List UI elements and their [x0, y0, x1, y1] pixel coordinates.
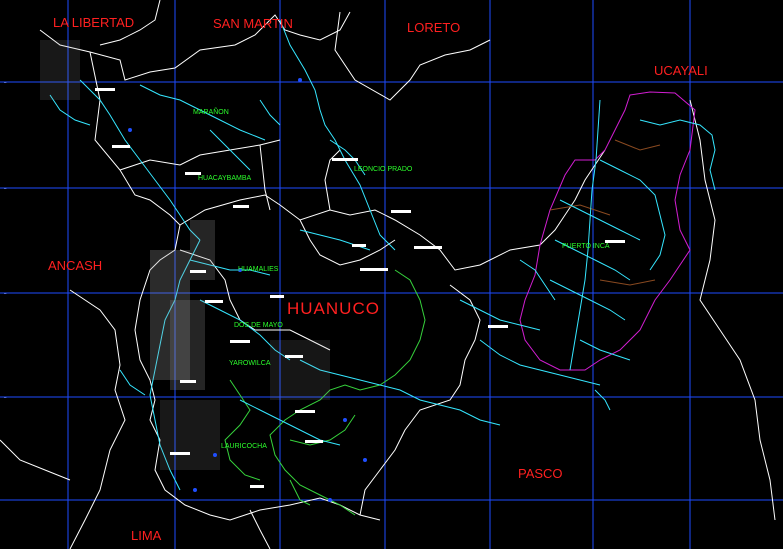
- region-label-la-libertad: LA LIBERTAD: [53, 15, 135, 30]
- coordinate-label: —: [4, 395, 7, 400]
- province-label-huamalies: HUAMALIES: [238, 266, 279, 273]
- region-label-pasco: PASCO: [518, 466, 563, 481]
- map-title: HUANUCO: [287, 299, 380, 318]
- region-label-ucayali: UCAYALI: [654, 63, 708, 78]
- coordinate-label: —: [4, 186, 7, 191]
- province-label-puerto-inca: PUERTO INCA: [562, 243, 610, 250]
- region-label-loreto: LORETO: [407, 20, 461, 35]
- region-label-san-martin: SAN MARTIN: [213, 16, 293, 31]
- coordinate-label: —: [4, 80, 7, 85]
- region-label-lima: LIMA: [131, 528, 162, 543]
- province-label-huacaybamba: HUACAYBAMBA: [198, 175, 252, 182]
- province-label-dos-de-mayo: DOS DE MAYO: [234, 322, 283, 329]
- province-label-maranon: MARAÑON: [193, 109, 229, 116]
- map-canvas: [0, 0, 783, 549]
- coordinate-label: —: [4, 291, 7, 296]
- province-label-lauricocha: LAURICOCHA: [221, 443, 267, 450]
- province-label-yarowilca: YAROWILCA: [229, 360, 271, 367]
- province-label-leoncio-prado: LEONCIO PRADO: [354, 166, 413, 173]
- region-label-ancash: ANCASH: [48, 258, 103, 273]
